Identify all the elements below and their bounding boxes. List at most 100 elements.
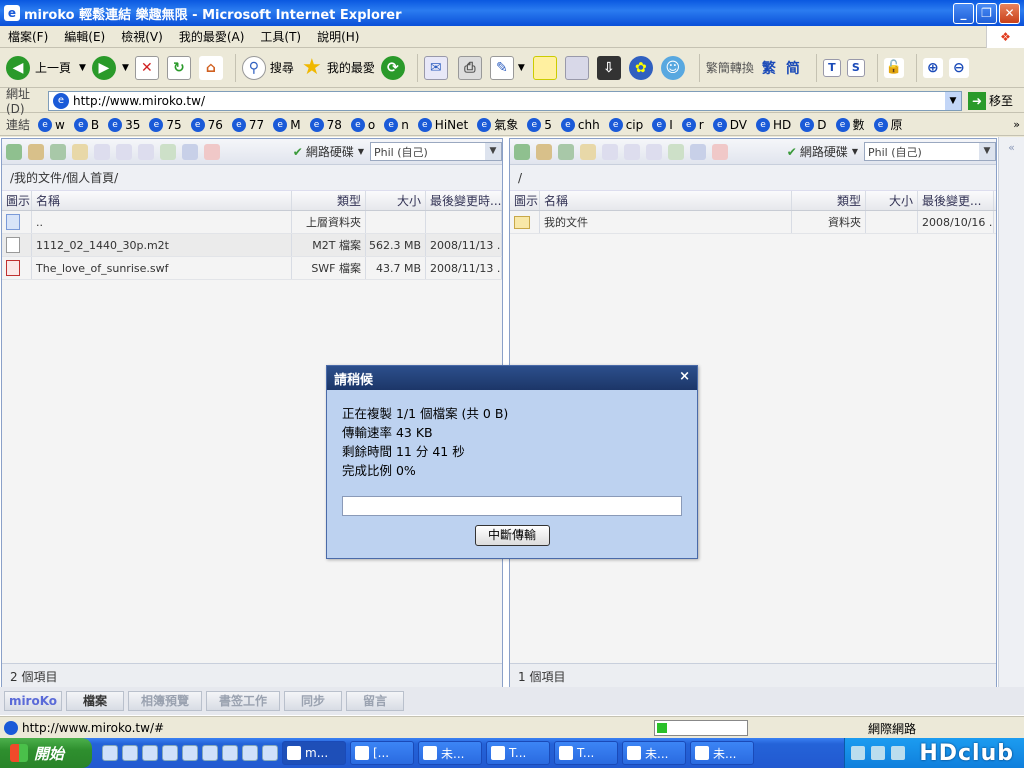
column-type[interactable]: 類型 <box>292 191 366 210</box>
column-modified[interactable]: 最後變更... <box>918 191 994 210</box>
menu-help[interactable]: 說明(H) <box>309 28 367 45</box>
close-button[interactable]: ✕ <box>999 3 1020 24</box>
book-icon[interactable] <box>222 745 238 761</box>
menu-tools[interactable]: 工具(T) <box>252 28 309 45</box>
link-item[interactable]: eo <box>350 117 375 132</box>
column-type[interactable]: 類型 <box>792 191 866 210</box>
link-item[interactable]: eD <box>800 117 827 132</box>
link-item[interactable]: e 35 <box>108 117 140 132</box>
link-item[interactable]: e 77 <box>231 117 264 132</box>
column-modified[interactable]: 最後變更時... <box>426 191 502 210</box>
mail-icon[interactable]: ✉ <box>423 55 448 80</box>
taskbar-item[interactable]: T... <box>554 741 618 765</box>
forward-dropdown-icon[interactable]: ▼ <box>122 63 129 73</box>
link-item[interactable]: e DV <box>712 117 747 132</box>
back-button[interactable]: ◀ 上一頁 ▼ <box>6 55 86 80</box>
tab-miroko[interactable]: miroKo <box>4 691 62 711</box>
user-select[interactable]: Phil (自己) ▼ <box>370 142 502 161</box>
address-dropdown-icon[interactable]: ▼ <box>945 91 961 110</box>
refresh-icon[interactable] <box>558 143 574 160</box>
table-row[interactable]: 我的文件 資料夾 2008/10/16 ... <box>510 211 996 234</box>
link-item[interactable]: e 氣象 <box>477 116 518 133</box>
link-item[interactable]: e chh <box>560 117 600 132</box>
confirm-icon[interactable] <box>6 143 22 160</box>
network-disk-button[interactable]: ✔ 網路硬碟 ▼ <box>787 143 858 160</box>
link-item[interactable]: e 76 <box>190 117 223 132</box>
home-icon[interactable] <box>28 143 44 160</box>
link-item[interactable]: e HD <box>755 117 791 132</box>
link-item[interactable]: e5 <box>527 117 552 132</box>
link-item[interactable]: eM <box>273 117 301 132</box>
research-icon[interactable] <box>564 55 589 80</box>
edit-icon[interactable]: ✎ <box>489 55 514 80</box>
network-disk-button[interactable]: ✔ 網路硬碟 ▼ <box>293 143 364 160</box>
outlook-icon[interactable] <box>122 745 138 761</box>
tab-bookmarks[interactable]: 書签工作 <box>206 691 280 711</box>
copy-icon[interactable] <box>646 143 662 160</box>
download-icon[interactable] <box>624 143 640 160</box>
table-row[interactable]: .. 上層資料夾 <box>2 211 502 234</box>
home-icon[interactable] <box>536 143 552 160</box>
trad-convert-icon[interactable]: T <box>822 58 841 77</box>
taskbar-item[interactable]: 未... <box>418 741 482 765</box>
taskbar-item[interactable]: 未... <box>690 741 754 765</box>
link-item[interactable]: er <box>681 117 704 132</box>
link-item[interactable]: e HiNet <box>417 117 468 132</box>
upload-icon[interactable] <box>94 143 110 160</box>
search-button[interactable]: ⚲ 搜尋 <box>241 55 294 80</box>
refresh-icon[interactable] <box>50 143 66 160</box>
dialog-close-icon[interactable]: × <box>679 369 690 384</box>
favorites-button[interactable]: ★ 我的最愛 <box>300 55 375 80</box>
share-icon[interactable] <box>690 143 706 160</box>
add-file-icon[interactable] <box>668 143 684 160</box>
go-button[interactable]: ➜ 移至 <box>968 91 1013 110</box>
print-icon[interactable]: ⎙ <box>457 55 482 80</box>
menu-favorites[interactable]: 我的最愛(A) <box>171 28 253 45</box>
collapse-panel-icon[interactable]: « <box>998 137 1024 690</box>
forward-button[interactable]: ▶ ▼ <box>91 55 129 80</box>
link-item[interactable]: eI <box>652 117 673 132</box>
taskbar-item[interactable]: m... <box>282 741 346 765</box>
share-icon[interactable] <box>182 143 198 160</box>
new-folder-icon[interactable] <box>72 143 88 160</box>
column-name[interactable]: 名稱 <box>540 191 792 210</box>
folder-icon[interactable] <box>162 745 178 761</box>
messenger-icon[interactable]: ✿ <box>628 55 653 80</box>
table-row[interactable]: The_love_of_sunrise.swf SWF 檔案 43.7 MB 2… <box>2 257 502 280</box>
column-size[interactable]: 大小 <box>866 191 918 210</box>
link-item[interactable]: ew <box>38 117 65 132</box>
link-item[interactable]: en <box>384 117 409 132</box>
taskbar-item[interactable]: [... <box>350 741 414 765</box>
history-icon[interactable]: ⟳ <box>380 55 405 80</box>
column-name[interactable]: 名稱 <box>32 191 292 210</box>
link-item[interactable]: e 75 <box>149 117 182 132</box>
download-icon[interactable]: ⇩ <box>596 55 621 80</box>
delete-icon[interactable] <box>712 143 728 160</box>
zoom-out-icon[interactable]: ⊖ <box>948 57 969 78</box>
link-item[interactable]: e數 <box>835 116 865 133</box>
tab-album[interactable]: 相簿預覽 <box>128 691 202 711</box>
taskbar-item[interactable]: 未... <box>622 741 686 765</box>
link-item[interactable]: e原 <box>873 116 903 133</box>
player-icon[interactable] <box>262 745 278 761</box>
user-select[interactable]: Phil (自己) ▼ <box>864 142 996 161</box>
copy-icon[interactable] <box>138 143 154 160</box>
abort-transfer-button[interactable]: 中斷傳輸 <box>474 525 550 546</box>
stop-icon[interactable]: ✕ <box>134 55 159 80</box>
media-icon[interactable] <box>242 745 258 761</box>
table-row[interactable]: 1112_02_1440_30p.m2t M2T 檔案 562.3 MB 200… <box>2 234 502 257</box>
traditional-button[interactable]: 繁 <box>762 58 776 78</box>
simplified-button[interactable]: 简 <box>786 58 800 78</box>
download-icon[interactable] <box>116 143 132 160</box>
zoom-in-icon[interactable]: ⊕ <box>922 57 943 78</box>
new-folder-icon[interactable] <box>580 143 596 160</box>
simp-convert-icon[interactable]: S <box>846 58 865 77</box>
delete-icon[interactable] <box>204 143 220 160</box>
upload-icon[interactable] <box>602 143 618 160</box>
confirm-icon[interactable] <box>514 143 530 160</box>
tab-sync[interactable]: 同步 <box>284 691 342 711</box>
add-file-icon[interactable] <box>160 143 176 160</box>
ie-icon[interactable] <box>102 745 118 761</box>
menu-view[interactable]: 檢視(V) <box>113 28 171 45</box>
back-dropdown-icon[interactable]: ▼ <box>79 63 86 73</box>
